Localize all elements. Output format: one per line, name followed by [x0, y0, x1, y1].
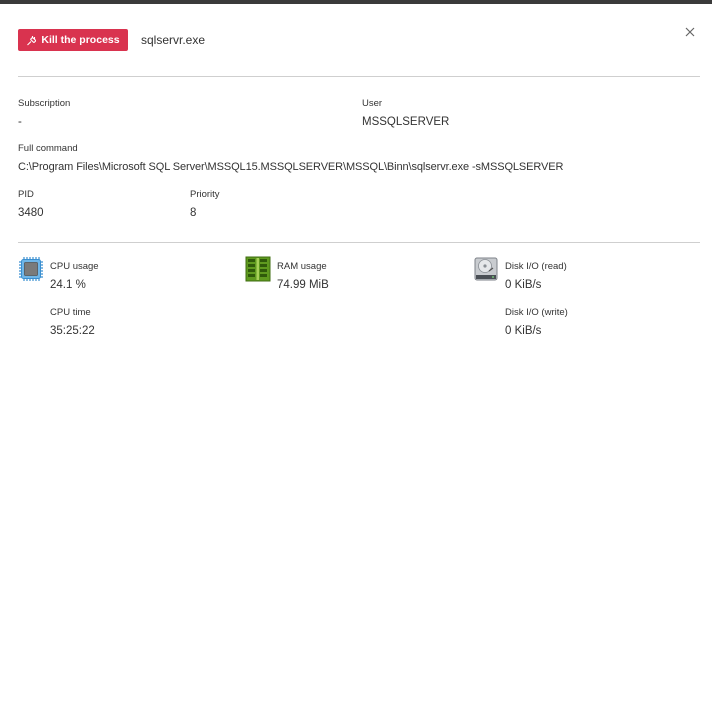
- ram-usage-value: 74.99 MiB: [277, 279, 329, 291]
- process-details-panel: Kill the process sqlservr.exe Subscripti…: [0, 4, 712, 702]
- priority-value: 8: [190, 207, 197, 219]
- disk-write-value: 0 KiB/s: [505, 325, 542, 337]
- details-divider: [18, 242, 700, 243]
- process-name-title: sqlservr.exe: [141, 33, 206, 47]
- close-button[interactable]: [683, 25, 697, 39]
- priority-label: Priority: [190, 189, 220, 200]
- disk-read-label: Disk I/O (read): [505, 261, 567, 272]
- kill-button-label: Kill the process: [41, 34, 120, 46]
- ram-module-icon: [245, 256, 271, 282]
- pid-label: PID: [18, 189, 34, 200]
- header-divider: [18, 76, 700, 77]
- user-label: User: [362, 98, 383, 109]
- pid-value: 3480: [18, 207, 44, 219]
- full-command-value: C:\Program Files\Microsoft SQL Server\MS…: [18, 161, 564, 173]
- subscription-value: -: [18, 116, 22, 128]
- cpu-usage-label: CPU usage: [50, 261, 99, 272]
- power-plug-icon: [27, 35, 37, 45]
- kill-process-button[interactable]: Kill the process: [18, 29, 128, 51]
- full-command-label: Full command: [18, 143, 78, 154]
- disk-write-label: Disk I/O (write): [505, 307, 568, 318]
- cpu-usage-value: 24.1 %: [50, 279, 86, 291]
- ram-usage-label: RAM usage: [277, 261, 327, 272]
- hard-drive-icon: [473, 256, 499, 282]
- subscription-label: Subscription: [18, 98, 71, 109]
- cpu-chip-icon: [18, 256, 44, 282]
- close-icon: [685, 27, 695, 37]
- user-value: MSSQLSERVER: [362, 116, 450, 128]
- cpu-time-label: CPU time: [50, 307, 91, 318]
- cpu-time-value: 35:25:22: [50, 325, 95, 337]
- disk-read-value: 0 KiB/s: [505, 279, 542, 291]
